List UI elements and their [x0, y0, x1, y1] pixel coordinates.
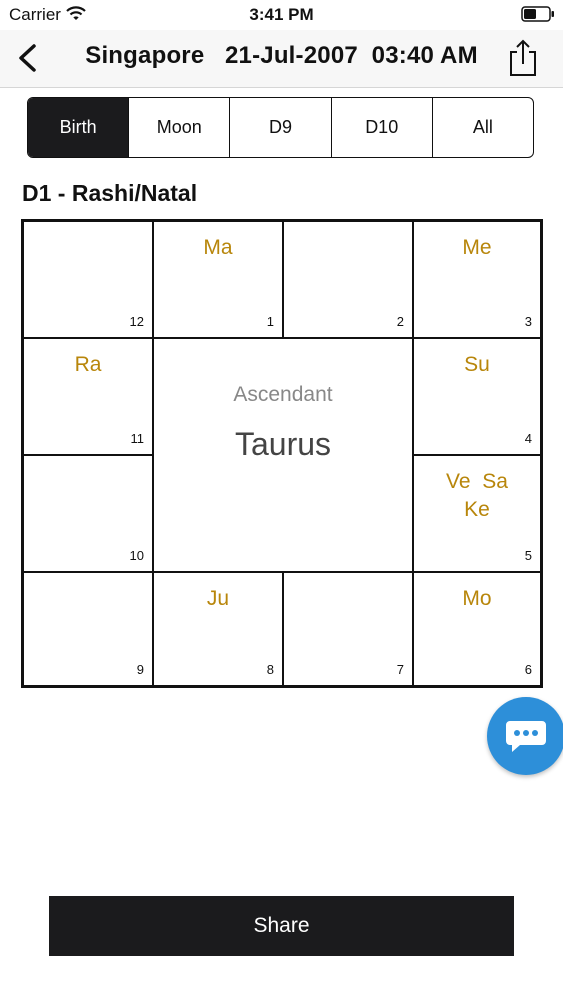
- house-number: 4: [524, 431, 532, 446]
- house-number: 11: [130, 431, 145, 446]
- house-planets: Mo: [462, 587, 492, 610]
- house-number: 3: [524, 314, 532, 329]
- house-cell[interactable]: Su 4: [413, 338, 541, 455]
- share-icon-button[interactable]: [506, 38, 540, 78]
- ascendant-panel: Ascendant Taurus: [153, 338, 413, 572]
- tab-d10[interactable]: D10: [330, 98, 432, 157]
- chat-bubble-icon: [506, 721, 546, 752]
- navigation-bar: Singapore 21-Jul-2007 03:40 AM: [0, 30, 563, 88]
- share-button[interactable]: Share: [49, 896, 514, 956]
- house-planets: Me: [462, 236, 492, 259]
- share-icon: [510, 39, 536, 76]
- tab-birth[interactable]: Birth: [28, 98, 129, 157]
- chart-title: D1 - Rashi/Natal: [22, 180, 198, 206]
- house-planets: Su: [464, 353, 490, 376]
- status-bar: Carrier 3:41 PM: [0, 0, 563, 30]
- back-button[interactable]: [12, 40, 46, 76]
- house-number: 2: [396, 314, 404, 329]
- house-number: 12: [129, 314, 144, 329]
- house-number: 9: [136, 662, 144, 677]
- status-time: 3:41 PM: [249, 5, 314, 24]
- house-cell[interactable]: 10: [23, 455, 153, 572]
- chat-button[interactable]: [487, 697, 563, 775]
- house-number: 6: [524, 662, 532, 677]
- ascendant-sign: Taurus: [234, 426, 332, 462]
- house-cell[interactable]: 9: [23, 572, 153, 686]
- chevron-left-icon: [19, 44, 36, 72]
- house-number: 7: [396, 662, 404, 677]
- ascendant-label: Ascendant: [233, 383, 333, 406]
- tab-moon[interactable]: Moon: [128, 98, 229, 157]
- house-planets: Ra: [74, 353, 102, 376]
- tab-all[interactable]: All: [431, 98, 533, 157]
- page-title: Singapore 21-Jul-2007 03:40 AM: [85, 42, 478, 69]
- house-cell[interactable]: 7: [283, 572, 413, 686]
- house-planets: Ve Sa Ke: [446, 470, 508, 521]
- house-number: 1: [266, 314, 274, 329]
- house-number: 8: [266, 662, 274, 677]
- house-cell[interactable]: Ve Sa Ke 5: [413, 455, 541, 572]
- house-cell[interactable]: Ra 11: [23, 338, 153, 455]
- house-cell[interactable]: Ma 1: [153, 221, 283, 338]
- house-planets: Ma: [203, 236, 233, 259]
- tab-d9[interactable]: D9: [229, 98, 330, 157]
- battery-icon: [521, 6, 554, 22]
- house-planets: Ju: [206, 587, 230, 610]
- chart-type-tabs: Birth Moon D9 D10 All: [27, 97, 534, 158]
- house-cell[interactable]: 2: [283, 221, 413, 338]
- house-cell[interactable]: 12: [23, 221, 153, 338]
- rashi-chart: 12 Ma 1 2 Me 3 Ra 11 Ascendant Taurus Su…: [21, 219, 543, 688]
- house-cell[interactable]: Ju 8: [153, 572, 283, 686]
- house-cell[interactable]: Mo 6: [413, 572, 541, 686]
- house-number: 5: [524, 548, 532, 563]
- house-number: 10: [129, 548, 144, 563]
- house-cell[interactable]: Me 3: [413, 221, 541, 338]
